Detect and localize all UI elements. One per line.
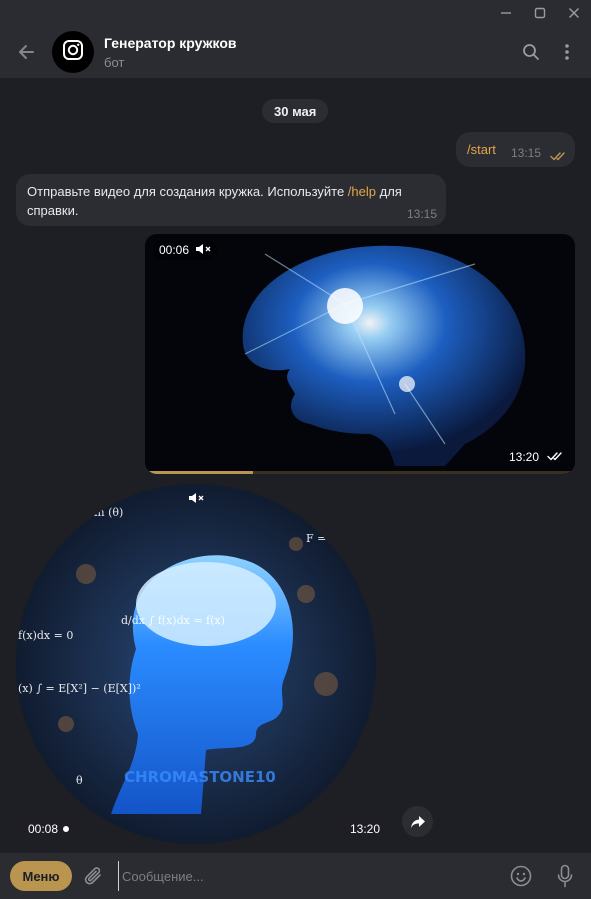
instagram-camera-icon [62,39,84,66]
unviewed-dot-icon [63,825,70,832]
more-vertical-icon[interactable] [549,34,585,70]
avatar[interactable] [52,31,94,73]
bot-command-link[interactable]: /help [348,184,376,199]
svg-text:f(x)dx = 0: f(x)dx = 0 [18,629,73,642]
chat-title-block[interactable]: Генератор кружков бот [104,35,513,70]
video-meta: 13:20 [509,450,565,464]
round-video-thumbnail-head: d/dx ∫ f(x)dx = f(x) f(x)dx = 0 (x) ∫ = … [16,484,376,844]
double-check-icon [547,450,565,464]
svg-text:d/dx ∫ f(x)dx = f(x): d/dx ∫ f(x)dx = f(x) [121,614,225,627]
message-text: Отправьте видео для создания кружка. Исп… [27,184,402,218]
muted-speaker-icon[interactable] [188,491,204,509]
message-round-video[interactable]: d/dx ∫ f(x)dx = f(x) f(x)dx = 0 (x) ∫ = … [16,484,376,844]
microphone-icon[interactable] [543,864,587,888]
message-incoming-text[interactable]: Отправьте видео для создания кружка. Исп… [16,174,446,226]
chat-subtitle: бот [104,54,125,70]
bot-menu-button[interactable]: Меню [10,861,72,891]
share-forward-icon[interactable] [402,806,433,837]
video-thumbnail-brain [145,234,575,474]
message-time: 13:20 [508,450,539,464]
message-outgoing-video[interactable]: 00:06 13:20 [145,234,575,474]
paperclip-icon[interactable] [72,865,116,887]
video-progress-bar[interactable] [145,471,575,474]
close-icon[interactable] [557,0,591,26]
chat-header: Генератор кружков бот [0,26,591,78]
date-separator: 30 мая [262,99,329,123]
message-text[interactable]: /start [467,142,496,157]
round-video-duration-badge: 00:08 [20,817,78,840]
video-duration: 00:06 [159,243,190,257]
message-outgoing-text[interactable]: /start 13:15 [456,132,575,167]
emoji-icon[interactable] [499,865,543,887]
message-time: 13:20 [342,817,389,840]
maximize-icon[interactable] [523,0,557,26]
window-titlebar [0,0,591,26]
svg-text:CHROMASTONE10: CHROMASTONE10 [124,768,276,786]
chat-title: Генератор кружков [104,34,237,51]
round-video-duration: 00:08 [28,821,59,836]
double-check-icon [550,148,568,166]
svg-text:F =: F = [306,532,326,545]
back-arrow-icon[interactable] [0,42,52,62]
svg-text:θ: θ [76,774,83,787]
message-composer: Меню Сообщение... [0,853,591,899]
message-list[interactable]: 30 мая /start 13:15 Отправьте видео для … [0,78,591,853]
search-icon[interactable] [513,34,549,70]
muted-speaker-icon[interactable] [195,243,211,258]
minimize-icon[interactable] [489,0,523,26]
svg-text:an (θ): an (θ) [91,506,123,519]
video-duration-badge: 00:06 [153,240,218,260]
message-time: 13:15 [406,207,437,221]
message-input[interactable]: Сообщение... [118,861,499,891]
message-time: 13:15 [511,146,542,160]
svg-text:(x) ∫ = E[X²] − (E[X])²: (x) ∫ = E[X²] − (E[X])² [18,682,141,695]
